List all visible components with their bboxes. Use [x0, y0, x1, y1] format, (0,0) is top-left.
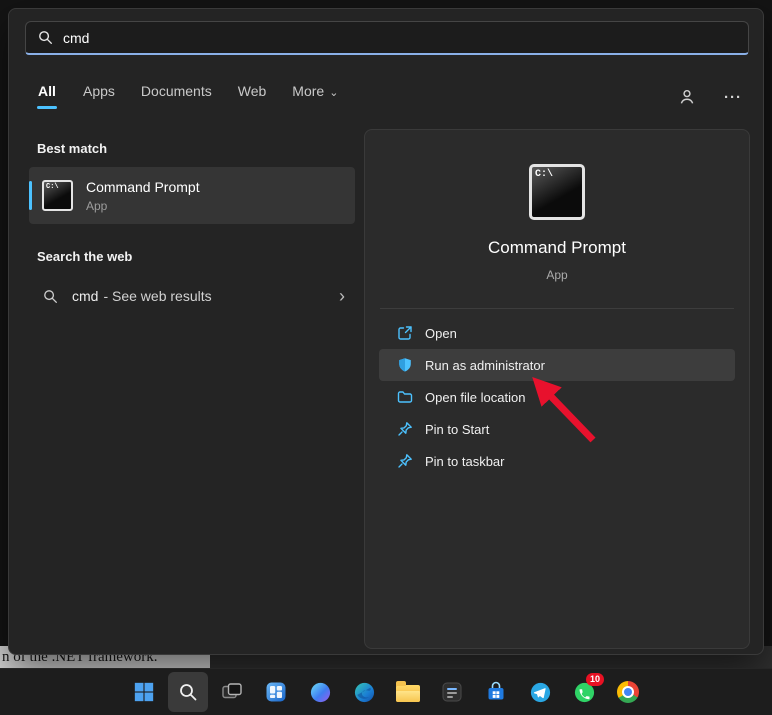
task-view-icon [220, 680, 244, 704]
widgets-icon [264, 680, 288, 704]
chevron-down-icon: ⌄ [329, 86, 338, 99]
folder-icon [397, 389, 413, 405]
microsoft-store-button[interactable] [476, 672, 516, 712]
telegram-icon [529, 681, 552, 704]
best-match-heading: Best match [37, 141, 107, 156]
selection-accent-bar [29, 181, 32, 210]
preview-title: Command Prompt [488, 238, 626, 258]
file-explorer-icon [396, 685, 420, 702]
ellipsis-icon: ··· [724, 89, 742, 106]
taskbar: 10 [0, 668, 772, 715]
tab-web[interactable]: Web [238, 83, 267, 109]
tab-all[interactable]: All [37, 83, 57, 109]
search-icon [38, 30, 53, 45]
windows-logo-icon [133, 681, 155, 703]
divider [380, 308, 734, 309]
command-prompt-icon: C:\ [42, 180, 73, 211]
search-input[interactable] [63, 30, 736, 46]
search-icon [43, 289, 58, 304]
action-open[interactable]: Open [379, 317, 735, 349]
web-suffix: - See web results [103, 288, 211, 304]
tab-more[interactable]: More ⌄ [292, 83, 338, 99]
copilot-icon [309, 681, 332, 704]
tab-documents[interactable]: Documents [141, 83, 212, 109]
search-web-heading: Search the web [37, 249, 132, 264]
open-icon [397, 325, 413, 341]
telegram-button[interactable] [520, 672, 560, 712]
web-search-result[interactable]: cmd - See web results › [29, 275, 355, 317]
options-button[interactable]: ··· [721, 85, 745, 109]
result-title: Command Prompt [86, 179, 200, 195]
action-run-as-administrator[interactable]: Run as administrator [379, 349, 735, 381]
chrome-icon [617, 681, 639, 703]
whatsapp-button[interactable]: 10 [564, 672, 604, 712]
search-box[interactable] [25, 21, 749, 55]
best-match-result[interactable]: C:\ Command Prompt App [29, 167, 355, 224]
task-view-button[interactable] [212, 672, 252, 712]
action-pin-to-taskbar[interactable]: Pin to taskbar [379, 445, 735, 477]
pin-icon [397, 421, 413, 437]
taskbar-search-button[interactable] [168, 672, 208, 712]
microsoft-store-icon [484, 680, 508, 704]
search-icon [178, 682, 198, 702]
account-button[interactable] [675, 85, 699, 109]
start-button[interactable] [124, 672, 164, 712]
action-pin-to-start[interactable]: Pin to Start [379, 413, 735, 445]
pinned-app-button[interactable] [432, 672, 472, 712]
web-query: cmd [72, 288, 98, 304]
pinned-app-icon [440, 680, 464, 704]
action-open-file-location[interactable]: Open file location [379, 381, 735, 413]
file-explorer-button[interactable] [388, 672, 428, 712]
account-icon [678, 88, 696, 106]
notification-badge: 10 [586, 673, 604, 686]
preview-subtitle: App [546, 268, 567, 282]
filter-tabs: All Apps Documents Web More ⌄ [37, 83, 747, 115]
command-prompt-icon-large: C:\ [529, 164, 585, 220]
shield-icon [397, 357, 413, 373]
preview-pane: C:\ Command Prompt App Open Run as admin… [364, 129, 750, 649]
copilot-button[interactable] [300, 672, 340, 712]
result-subtitle: App [86, 199, 200, 213]
chrome-button[interactable] [608, 672, 648, 712]
action-list: Open Run as administrator Open file loca… [365, 317, 749, 477]
chevron-right-icon[interactable]: › [339, 287, 345, 305]
tab-apps[interactable]: Apps [83, 83, 115, 109]
pin-icon [397, 453, 413, 469]
edge-button[interactable] [344, 672, 384, 712]
search-flyout: All Apps Documents Web More ⌄ ··· Best m… [8, 8, 764, 655]
widgets-button[interactable] [256, 672, 296, 712]
edge-icon [353, 681, 376, 704]
